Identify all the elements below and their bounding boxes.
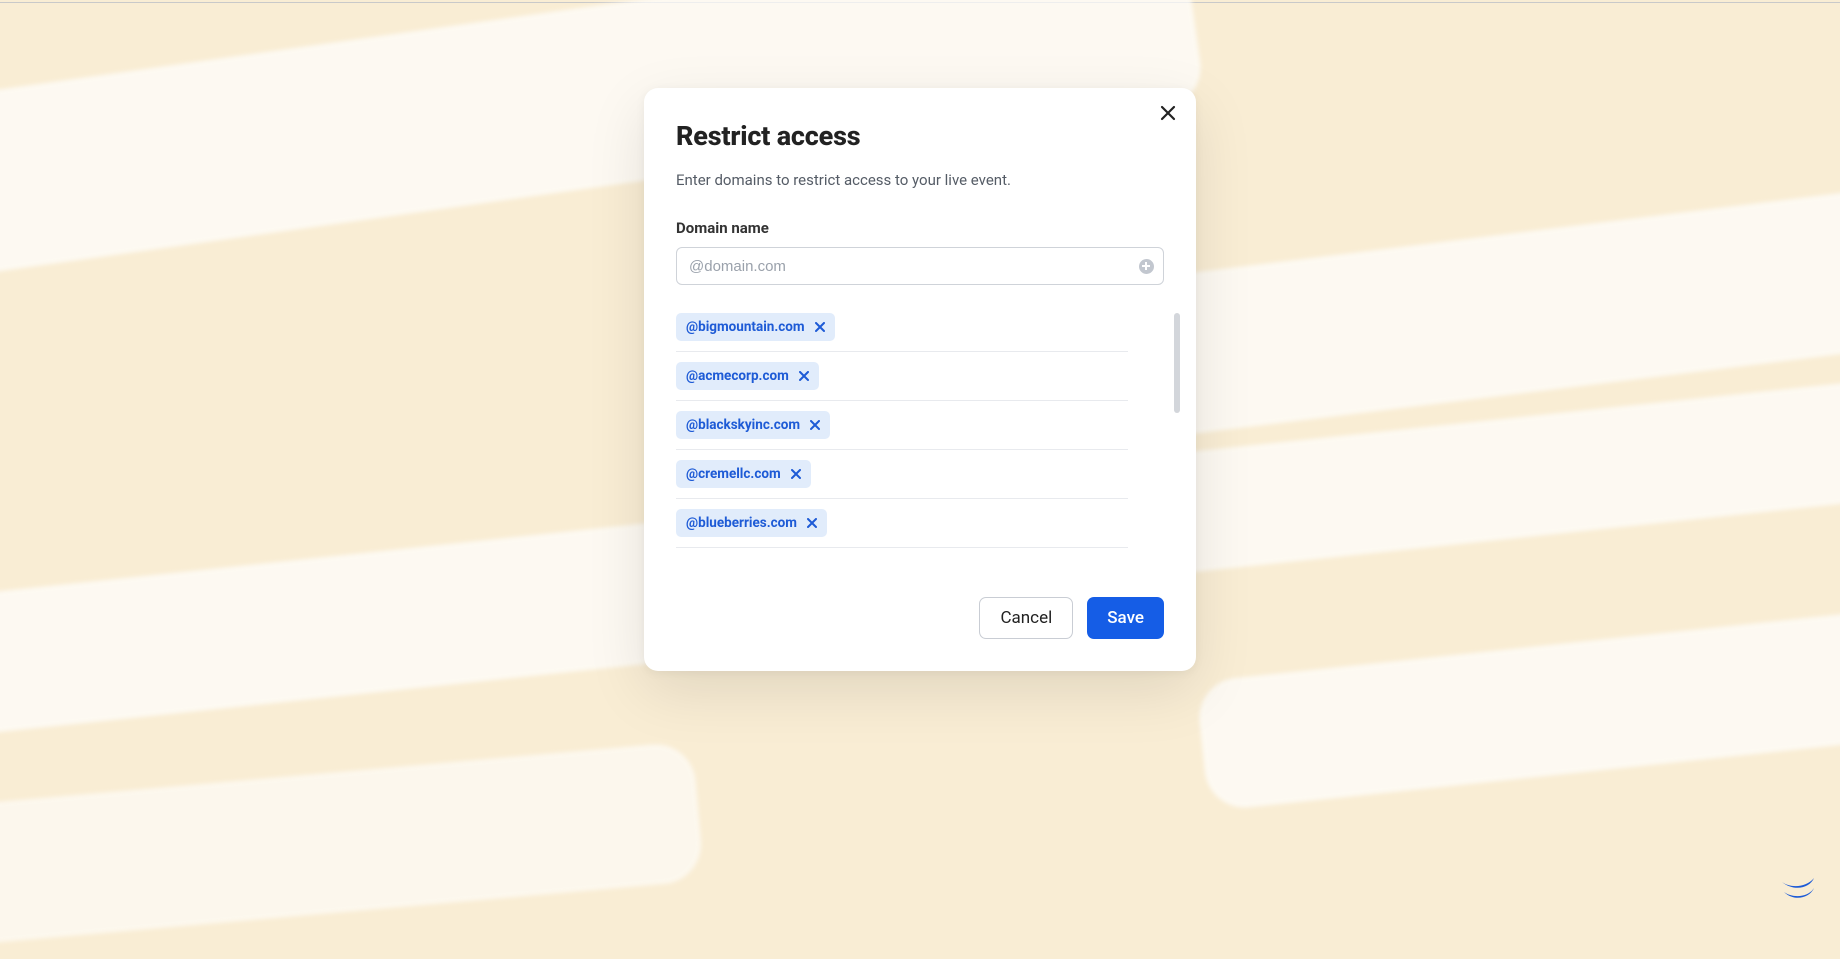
remove-domain-button[interactable]	[813, 320, 827, 334]
remove-domain-button[interactable]	[797, 369, 811, 383]
domain-list-scroll: @bigmountain.com @acmecorp.com	[676, 313, 1164, 563]
restrict-access-modal: Restrict access Enter domains to restric…	[644, 88, 1196, 671]
modal-title: Restrict access	[676, 120, 1164, 152]
close-icon	[799, 371, 809, 381]
domain-chip-label: @bigmountain.com	[686, 319, 805, 335]
close-button[interactable]	[1156, 102, 1180, 126]
domain-list: @bigmountain.com @acmecorp.com	[676, 313, 1128, 548]
brand-logo	[1780, 872, 1816, 900]
plus-circle-icon	[1139, 259, 1154, 274]
domain-chip-label: @acmecorp.com	[686, 368, 789, 384]
domain-list-area: @bigmountain.com @acmecorp.com	[676, 313, 1164, 563]
close-icon	[810, 420, 820, 430]
save-button[interactable]: Save	[1087, 597, 1164, 639]
cancel-button[interactable]: Cancel	[979, 597, 1073, 639]
domain-input-wrap	[676, 247, 1164, 285]
domain-input[interactable]	[676, 247, 1164, 285]
list-item: @bigmountain.com	[676, 313, 1128, 352]
domain-chip-label: @blueberries.com	[686, 515, 797, 531]
scrollbar-thumb[interactable]	[1174, 313, 1180, 413]
domain-name-label: Domain name	[676, 219, 1164, 237]
close-icon	[815, 322, 825, 332]
close-icon	[807, 518, 817, 528]
list-item: @acmecorp.com	[676, 352, 1128, 401]
close-icon	[1160, 105, 1176, 124]
remove-domain-button[interactable]	[789, 467, 803, 481]
close-icon	[791, 469, 801, 479]
domain-chip: @acmecorp.com	[676, 362, 819, 390]
modal-description: Enter domains to restrict access to your…	[676, 170, 1164, 191]
add-domain-button[interactable]	[1136, 256, 1156, 276]
domain-chip: @blackskyinc.com	[676, 411, 830, 439]
list-item: @blueberries.com	[676, 499, 1128, 548]
domain-chip: @bigmountain.com	[676, 313, 835, 341]
domain-chip: @cremellc.com	[676, 460, 811, 488]
list-item: @cremellc.com	[676, 450, 1128, 499]
remove-domain-button[interactable]	[805, 516, 819, 530]
domain-chip-label: @cremellc.com	[686, 466, 781, 482]
divider-top	[0, 2, 1840, 3]
remove-domain-button[interactable]	[808, 418, 822, 432]
list-item: @blackskyinc.com	[676, 401, 1128, 450]
domain-chip: @blueberries.com	[676, 509, 827, 537]
modal-actions: Cancel Save	[676, 597, 1164, 639]
domain-chip-label: @blackskyinc.com	[686, 417, 800, 433]
